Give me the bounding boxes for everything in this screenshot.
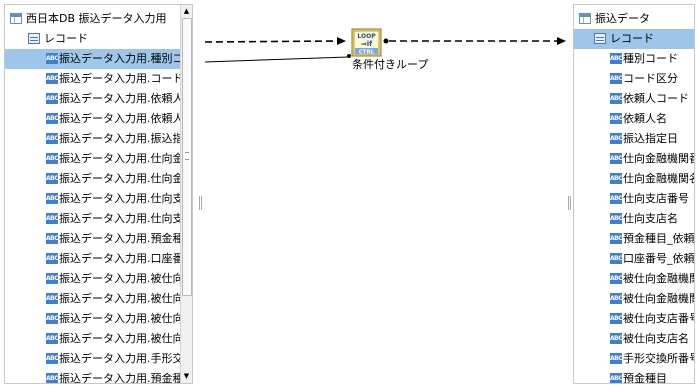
field-label: 被仕向支店名 (623, 332, 689, 345)
arrowhead-icon (557, 37, 566, 45)
abc-field-icon: ABC (610, 133, 623, 144)
abc-field-icon: ABC (610, 373, 623, 383)
target-field-row[interactable]: ABC 依頼人コード (574, 89, 694, 109)
target-root-label: 振込データ (595, 12, 650, 25)
target-field-row[interactable]: ABC 仕向支店名 (574, 209, 694, 229)
abc-field-icon: ABC (610, 273, 623, 284)
abc-field-icon: ABC (610, 313, 623, 324)
loop-icon-text-mid: ⇒if (361, 40, 373, 48)
target-field-row[interactable]: ABC仕向金融機関番号 (574, 149, 694, 169)
table-icon (579, 13, 591, 24)
target-tree-panel[interactable]: 振込データ レコード ABC 種別コード ABC コード区分 ABC 依頼人コード ABC 依… (573, 4, 695, 384)
loop-ctrl-icon: LOOP ⇒if CTRL (351, 28, 382, 57)
abc-field-icon: ABC (610, 233, 623, 244)
abc-field-icon: ABC (610, 53, 623, 64)
abc-field-icon: ABC (610, 353, 623, 364)
abc-field-icon: ABC (610, 193, 623, 204)
field-label: 手形交換所番号 (623, 352, 695, 365)
field-label: 種別コード (623, 52, 678, 65)
target-field-row[interactable]: ABC 預金種目 (574, 369, 694, 384)
abc-field-icon: ABC (610, 293, 623, 304)
field-label: 被仕向金融機関名 (623, 292, 694, 305)
field-label: 預金種目_依頼人 (623, 232, 695, 245)
mapping-line-source[interactable] (204, 40, 339, 43)
arrowhead-icon (337, 37, 346, 45)
target-field-row[interactable]: ABC被仕向金融機関名 (574, 289, 694, 309)
target-field-row[interactable]: ABC コード区分 (574, 69, 694, 89)
target-tree-root[interactable]: 振込データ (574, 9, 694, 29)
field-label: 口座番号_依頼人 (623, 252, 695, 265)
loop-icon-text-top: LOOP (357, 33, 376, 40)
loop-node[interactable]: LOOP ⇒if CTRL (351, 28, 382, 57)
record-icon (594, 33, 606, 44)
target-field-row[interactable]: ABC口座番号_依頼人 (574, 249, 694, 269)
loop-node-caption: 条件付きループ (352, 58, 429, 71)
condition-line[interactable] (204, 56, 349, 63)
loop-icon-text-bottom: CTRL (359, 50, 375, 56)
target-field-row[interactable]: ABC 被仕向支店番号 (574, 309, 694, 329)
abc-field-icon: ABC (610, 333, 623, 344)
abc-field-icon: ABC (610, 213, 623, 224)
field-label: 振込指定日 (623, 132, 678, 145)
target-field-row[interactable]: ABC 手形交換所番号 (574, 349, 694, 369)
field-label: 被仕向金融機関番号 (623, 272, 694, 285)
field-label: 仕向支店名 (623, 212, 678, 225)
abc-field-icon: ABC (610, 93, 623, 104)
abc-field-icon: ABC (610, 153, 623, 164)
abc-field-icon: ABC (610, 173, 623, 184)
target-field-row[interactable]: ABC 仕向金融機関名 (574, 169, 694, 189)
target-field-row[interactable]: ABC 振込指定日 (574, 129, 694, 149)
abc-field-icon: ABC (610, 253, 623, 264)
target-field-row[interactable]: ABC 仕向支店番号 (574, 189, 694, 209)
abc-field-icon: ABC (610, 113, 623, 124)
field-label: 仕向支店番号 (623, 192, 689, 205)
target-field-row[interactable]: ABC預金種目_依頼人 (574, 229, 694, 249)
connector-dot-icon (383, 38, 389, 44)
target-field-row[interactable]: ABC 種別コード (574, 49, 694, 69)
abc-field-icon: ABC (610, 73, 623, 84)
field-label: 被仕向支店番号 (623, 312, 695, 325)
target-field-row[interactable]: ABC被仕向金融機関番号 (574, 269, 694, 289)
target-field-row[interactable]: ABC 被仕向支店名 (574, 329, 694, 349)
target-field-row[interactable]: ABC 依頼人名 (574, 109, 694, 129)
target-tree-record[interactable]: レコード (574, 29, 694, 49)
field-label: 預金種目 (623, 372, 667, 384)
field-label: 仕向金融機関名 (623, 172, 695, 185)
field-label: 依頼人コード (623, 92, 689, 105)
field-label: 依頼人名 (623, 112, 667, 125)
field-label: 仕向金融機関番号 (623, 152, 694, 165)
target-record-label: レコード (610, 32, 654, 45)
field-label: コード区分 (623, 72, 678, 85)
